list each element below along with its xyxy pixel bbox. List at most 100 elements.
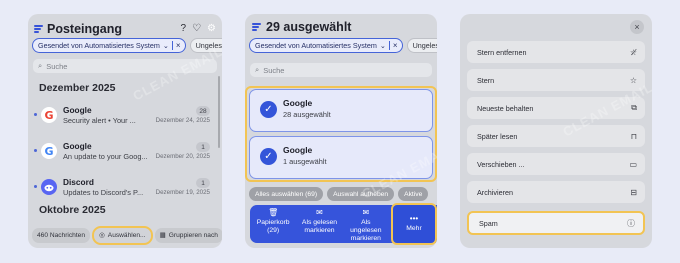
email-preview: Security alert • Your ...: [63, 116, 136, 125]
list-item[interactable]: G Google Security alert • Your ... 28 De…: [32, 104, 218, 132]
filter-chip-row: Gesendet von Automatisiertes System ⌄ × …: [249, 38, 437, 53]
mark-read-label: Als gelesen: [301, 219, 338, 226]
email-count-badge: 1: [196, 142, 210, 152]
unread-dot: [34, 113, 37, 116]
selection-pills: Alles auswählen (69) Auswahl aufheben Ak…: [249, 187, 429, 201]
selection-header: 29 ausgewählt: [252, 20, 351, 34]
email-sender: Google: [63, 105, 92, 115]
deselect-button[interactable]: Auswahl aufheben: [327, 187, 395, 201]
more-dots-icon: •••: [409, 214, 419, 224]
filter-chip-automated[interactable]: Gesendet von Automatisiertes System ⌄ ×: [32, 38, 186, 53]
select-button-label: Auswählen...: [107, 231, 146, 239]
card-sender: Google: [283, 98, 313, 108]
mark-unread-button[interactable]: ✉ Als ungelesen markieren: [343, 205, 389, 243]
check-circle-icon: ◎: [99, 232, 105, 239]
selection-panel: 29 ausgewählt Gesendet von Automatisiert…: [245, 14, 437, 248]
search-icon: ⌕: [38, 61, 43, 70]
inbox-bottom-bar: 460 Nachrichten ◎ Auswählen... ▦ Gruppie…: [32, 225, 222, 245]
menu-icon[interactable]: [252, 23, 261, 31]
menu-item-star[interactable]: Stern ☆: [467, 69, 645, 91]
menu-item-label: Spam: [479, 218, 498, 228]
inbox-panel: Posteingang ? ♡ ⚙ Gesendet von Automatis…: [28, 14, 222, 248]
mark-unread-label-2: ungelesen: [350, 226, 382, 234]
email-count-badge: 28: [196, 106, 210, 116]
selected-sender-card[interactable]: ✓ Google 28 ausgewählt: [249, 89, 433, 132]
page-title: Posteingang: [47, 22, 123, 36]
svg-text:G: G: [44, 145, 53, 158]
select-button[interactable]: ◎ Auswählen...: [92, 225, 153, 245]
search-icon: ⌕: [255, 65, 260, 74]
envelope-open-icon: ✉: [316, 208, 323, 217]
google-logo-icon: G: [41, 143, 57, 159]
scrollbar[interactable]: [217, 76, 220, 148]
checkmark-icon[interactable]: ✓: [260, 148, 277, 165]
mark-unread-label-3: markieren: [350, 234, 381, 242]
search-input[interactable]: ⌕ Suche: [33, 59, 217, 73]
inbox-header: Posteingang ? ♡ ⚙: [34, 20, 216, 38]
settings-icon[interactable]: ⚙: [207, 24, 216, 34]
menu-item-read-later[interactable]: Später lesen ⊓: [467, 125, 645, 147]
trash-count: (29): [267, 226, 280, 234]
search-input[interactable]: ⌕ Suche: [250, 63, 432, 77]
group-by-button[interactable]: ▦ Gruppieren nach: [154, 227, 222, 243]
trash-label: Papierkorb: [256, 219, 290, 226]
message-count: 460 Nachrichten: [32, 227, 91, 243]
section-header: Dezember 2025: [39, 82, 116, 94]
checkmark-icon[interactable]: ✓: [260, 101, 277, 118]
menu-item-label: Stern entfernen: [477, 47, 527, 57]
envelope-icon: ✉: [362, 208, 370, 217]
list-item[interactable]: Discord Updates to Discord's P... 1 Deze…: [32, 176, 218, 204]
mark-read-button[interactable]: ✉ Als gelesen markieren: [296, 205, 342, 243]
menu-item-spam[interactable]: Spam ⓘ: [467, 211, 645, 235]
list-item[interactable]: G Google An update to your Goog... 1 Dez…: [32, 140, 218, 168]
menu-icon[interactable]: [34, 25, 43, 33]
google-logo-icon: G: [41, 107, 57, 123]
selection-title: 29 ausgewählt: [266, 20, 352, 34]
more-label: Mehr: [406, 225, 422, 233]
chevron-down-icon: ⌄: [379, 41, 386, 50]
help-icon[interactable]: ?: [181, 24, 187, 34]
filter-chip-unread[interactable]: Ungeles: [406, 38, 437, 53]
filter-chip-unread[interactable]: Ungelesen: [189, 38, 222, 53]
chevron-down-icon: ⌄: [162, 41, 169, 50]
email-sender: Discord: [63, 177, 94, 187]
action-bar: 🗑 Papierkorb (29) ✉ Als gelesen markiere…: [250, 203, 437, 245]
filter-chip-automated[interactable]: Gesendet von Automatisiertes System ⌄ ×: [249, 38, 403, 53]
email-date: Dezember 19, 2025: [155, 189, 210, 196]
more-button[interactable]: ••• Mehr: [390, 203, 437, 245]
filter-chip-label: Gesendet von Automatisiertes System: [38, 41, 160, 50]
email-preview: Updates to Discord's P...: [63, 188, 144, 197]
section-header: Oktobre 2025: [39, 204, 106, 216]
menu-item-label: Stern: [477, 75, 495, 85]
search-placeholder: Suche: [46, 61, 68, 71]
more-menu-panel: × Stern entfernen ☆̸ Stern ☆ Neueste beh…: [460, 14, 652, 248]
close-icon[interactable]: ×: [388, 41, 398, 50]
group-by-label: Gruppieren nach: [168, 231, 218, 239]
mark-read-label-2: markieren: [304, 226, 335, 234]
menu-item-move[interactable]: Verschieben ... ▭: [467, 153, 645, 175]
email-count-badge: 1: [196, 178, 210, 188]
close-icon[interactable]: ×: [630, 20, 644, 34]
svg-text:G: G: [44, 109, 53, 122]
mark-unread-label: Als: [361, 219, 371, 226]
menu-item-keep-newest[interactable]: Neueste behalten ⧉: [467, 97, 645, 119]
search-placeholder: Suche: [263, 65, 285, 75]
email-date: Dezember 20, 2025: [155, 153, 210, 160]
selected-sender-card[interactable]: ✓ Google 1 ausgewählt: [249, 136, 433, 179]
email-sender: Google: [63, 141, 92, 151]
archive-keep-icon: ⧉: [631, 103, 637, 112]
menu-item-label: Archivieren: [477, 187, 513, 197]
bookmark-icon: ⊓: [630, 131, 637, 141]
trash-button[interactable]: 🗑 Papierkorb (29): [250, 205, 296, 243]
active-filter-button[interactable]: Aktive: [398, 187, 429, 201]
menu-item-label: Später lesen: [477, 131, 518, 141]
select-all-button[interactable]: Alles auswählen (69): [249, 187, 324, 201]
unread-dot: [34, 149, 37, 152]
menu-item-unstar[interactable]: Stern entfernen ☆̸: [467, 41, 645, 63]
menu-item-archive[interactable]: Archivieren ⊟: [467, 181, 645, 203]
heart-icon[interactable]: ♡: [192, 24, 201, 34]
star-off-icon: ☆̸: [629, 47, 637, 57]
discord-logo-icon: [41, 179, 57, 195]
email-date: Dezember 24, 2025: [155, 117, 210, 124]
close-icon[interactable]: ×: [171, 41, 181, 50]
